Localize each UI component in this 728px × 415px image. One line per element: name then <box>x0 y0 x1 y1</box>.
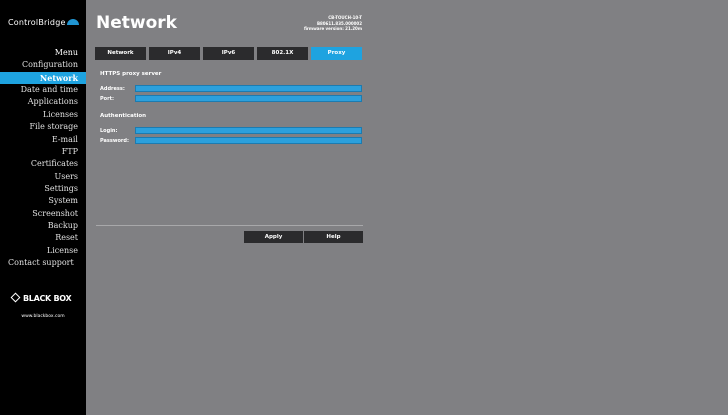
tab-network[interactable]: Network <box>95 47 146 60</box>
tab-proxy[interactable]: Proxy <box>311 47 362 60</box>
sidebar-item-license[interactable]: License <box>0 245 86 257</box>
apply-button[interactable]: Apply <box>244 231 303 243</box>
blackbox-logo-text: BLACK BOX <box>23 294 72 303</box>
sidebar-item-system[interactable]: System <box>0 195 86 207</box>
form-divider <box>96 225 363 226</box>
sidebar-item-ftp[interactable]: FTP <box>0 146 86 158</box>
controlbridge-logo[interactable]: ControlBridge <box>8 18 84 28</box>
blackbox-logo[interactable]: BLACK BOX <box>10 292 74 306</box>
login-label: Login: <box>100 128 118 134</box>
firmware-version: firmware version: 21.20m <box>303 26 362 32</box>
address-input[interactable] <box>135 85 362 92</box>
sidebar-item-settings[interactable]: Settings <box>0 183 86 195</box>
proxy-section-title: HTTPS proxy server <box>100 71 162 77</box>
port-label: Port: <box>100 96 114 102</box>
tab-802-1x[interactable]: 802.1X <box>257 47 308 60</box>
address-label: Address: <box>100 86 125 92</box>
authentication-section-title: Authentication <box>100 113 147 119</box>
sidebar-menu: Menu Configuration Network Date and time… <box>0 47 86 269</box>
password-label: Password: <box>100 138 129 144</box>
bridge-arc-icon <box>66 19 79 25</box>
sidebar: ControlBridge Menu Configuration Network… <box>0 0 86 415</box>
device-info: CB-TOUCH-10-T B80611.835.000002 firmware… <box>304 15 362 32</box>
sidebar-item-reset[interactable]: Reset <box>0 232 86 244</box>
tab-ipv4[interactable]: IPv4 <box>149 47 200 60</box>
sidebar-item-users[interactable]: Users <box>0 171 86 183</box>
sidebar-item-backup[interactable]: Backup <box>0 220 86 232</box>
sidebar-heading-menu: Menu <box>54 48 78 57</box>
port-input[interactable] <box>135 95 362 102</box>
blackbox-diamond-icon <box>10 292 21 303</box>
sidebar-item-screenshot[interactable]: Screenshot <box>0 208 86 220</box>
help-button[interactable]: Help <box>304 231 363 243</box>
sidebar-item-network[interactable]: Network <box>0 71 86 85</box>
login-input[interactable] <box>135 127 362 134</box>
logo-text: ControlBridge <box>8 18 66 27</box>
sidebar-item-certificates[interactable]: Certificates <box>0 158 86 170</box>
sidebar-item-licenses[interactable]: Licenses <box>0 109 86 121</box>
sidebar-item-contact-support[interactable]: Contact support <box>0 257 86 269</box>
page-title: Network <box>96 13 177 33</box>
sidebar-item-date-and-time[interactable]: Date and time <box>0 84 86 96</box>
sidebar-item-file-storage[interactable]: File storage <box>0 121 86 133</box>
blackbox-url-link[interactable]: www.blackbox.com <box>10 314 76 319</box>
tab-ipv6[interactable]: IPv6 <box>203 47 254 60</box>
sidebar-item-email[interactable]: E-mail <box>0 134 86 146</box>
sidebar-item-applications[interactable]: Applications <box>0 96 86 108</box>
password-input[interactable] <box>135 137 362 144</box>
sidebar-item-configuration[interactable]: Configuration <box>0 59 86 71</box>
